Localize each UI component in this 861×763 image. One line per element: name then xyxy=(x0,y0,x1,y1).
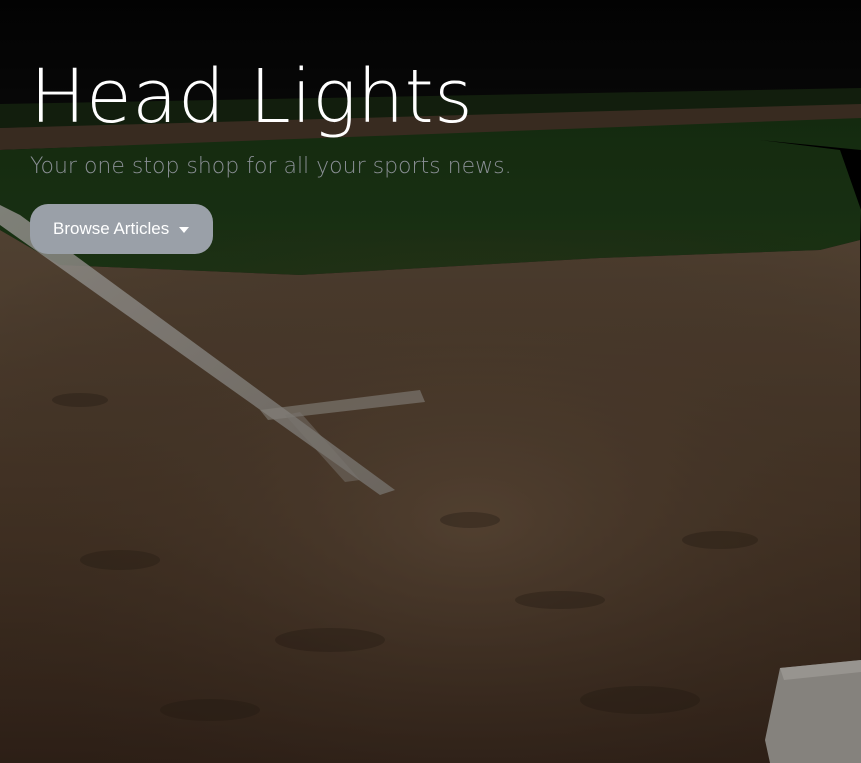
caret-down-icon xyxy=(179,227,190,233)
browse-articles-dropdown-button[interactable]: Browse Articles xyxy=(30,204,214,254)
hero-content: Head Lights Your one stop shop for all y… xyxy=(30,52,830,254)
hero-section: Head Lights Your one stop shop for all y… xyxy=(0,0,861,763)
site-tagline: Your one stop shop for all your sports n… xyxy=(30,154,512,179)
browse-articles-label: Browse Articles xyxy=(53,219,170,238)
site-title: Head Lights xyxy=(30,54,474,140)
